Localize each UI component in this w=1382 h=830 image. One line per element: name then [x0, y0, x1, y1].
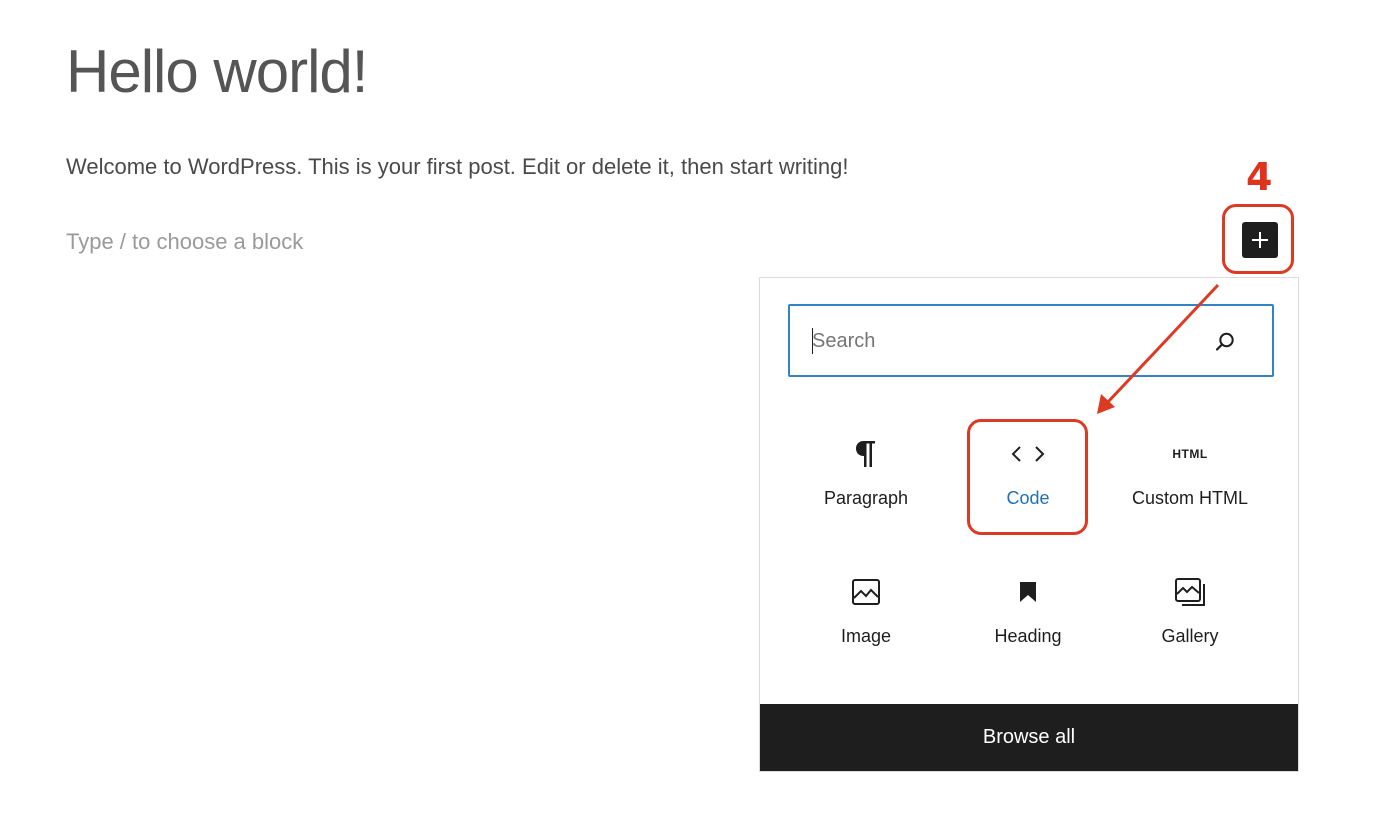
block-label: Code: [1006, 488, 1050, 508]
code-icon: [1011, 446, 1045, 462]
block-item-gallery[interactable]: Gallery: [1115, 558, 1265, 668]
block-item-custom-html[interactable]: HTML Custom HTML: [1115, 420, 1265, 530]
plus-icon: [1252, 232, 1268, 248]
search-input[interactable]: [812, 324, 1192, 358]
block-inserter-button[interactable]: [1242, 222, 1278, 258]
block-label: Heading: [994, 626, 1062, 646]
block-item-image[interactable]: Image: [791, 558, 941, 668]
image-icon: [852, 579, 880, 605]
block-label: Paragraph: [823, 488, 909, 508]
annotation-step-number: 4: [1246, 155, 1273, 199]
block-label: Gallery: [1161, 626, 1219, 646]
block-item-code[interactable]: Code: [953, 420, 1103, 530]
html-icon: HTML: [1172, 447, 1208, 461]
post-title[interactable]: Hello world!: [66, 36, 368, 108]
gallery-icon: [1175, 578, 1205, 606]
block-inserter-popover: Paragraph Code HTML Custom HTML Image: [759, 277, 1299, 772]
text-caret: [812, 328, 813, 354]
paragraph-icon: [856, 441, 875, 467]
block-placeholder[interactable]: Type / to choose a block: [66, 227, 303, 257]
block-label: Image: [840, 626, 892, 646]
search-field-wrapper[interactable]: [788, 304, 1274, 377]
search-icon[interactable]: [1214, 331, 1236, 353]
browse-all-button[interactable]: Browse all: [760, 704, 1298, 771]
bookmark-icon: [1020, 582, 1036, 602]
post-paragraph[interactable]: Welcome to WordPress. This is your first…: [66, 152, 849, 182]
block-label: Custom HTML: [1131, 488, 1248, 508]
block-item-paragraph[interactable]: Paragraph: [791, 420, 941, 530]
block-item-heading[interactable]: Heading: [953, 558, 1103, 668]
